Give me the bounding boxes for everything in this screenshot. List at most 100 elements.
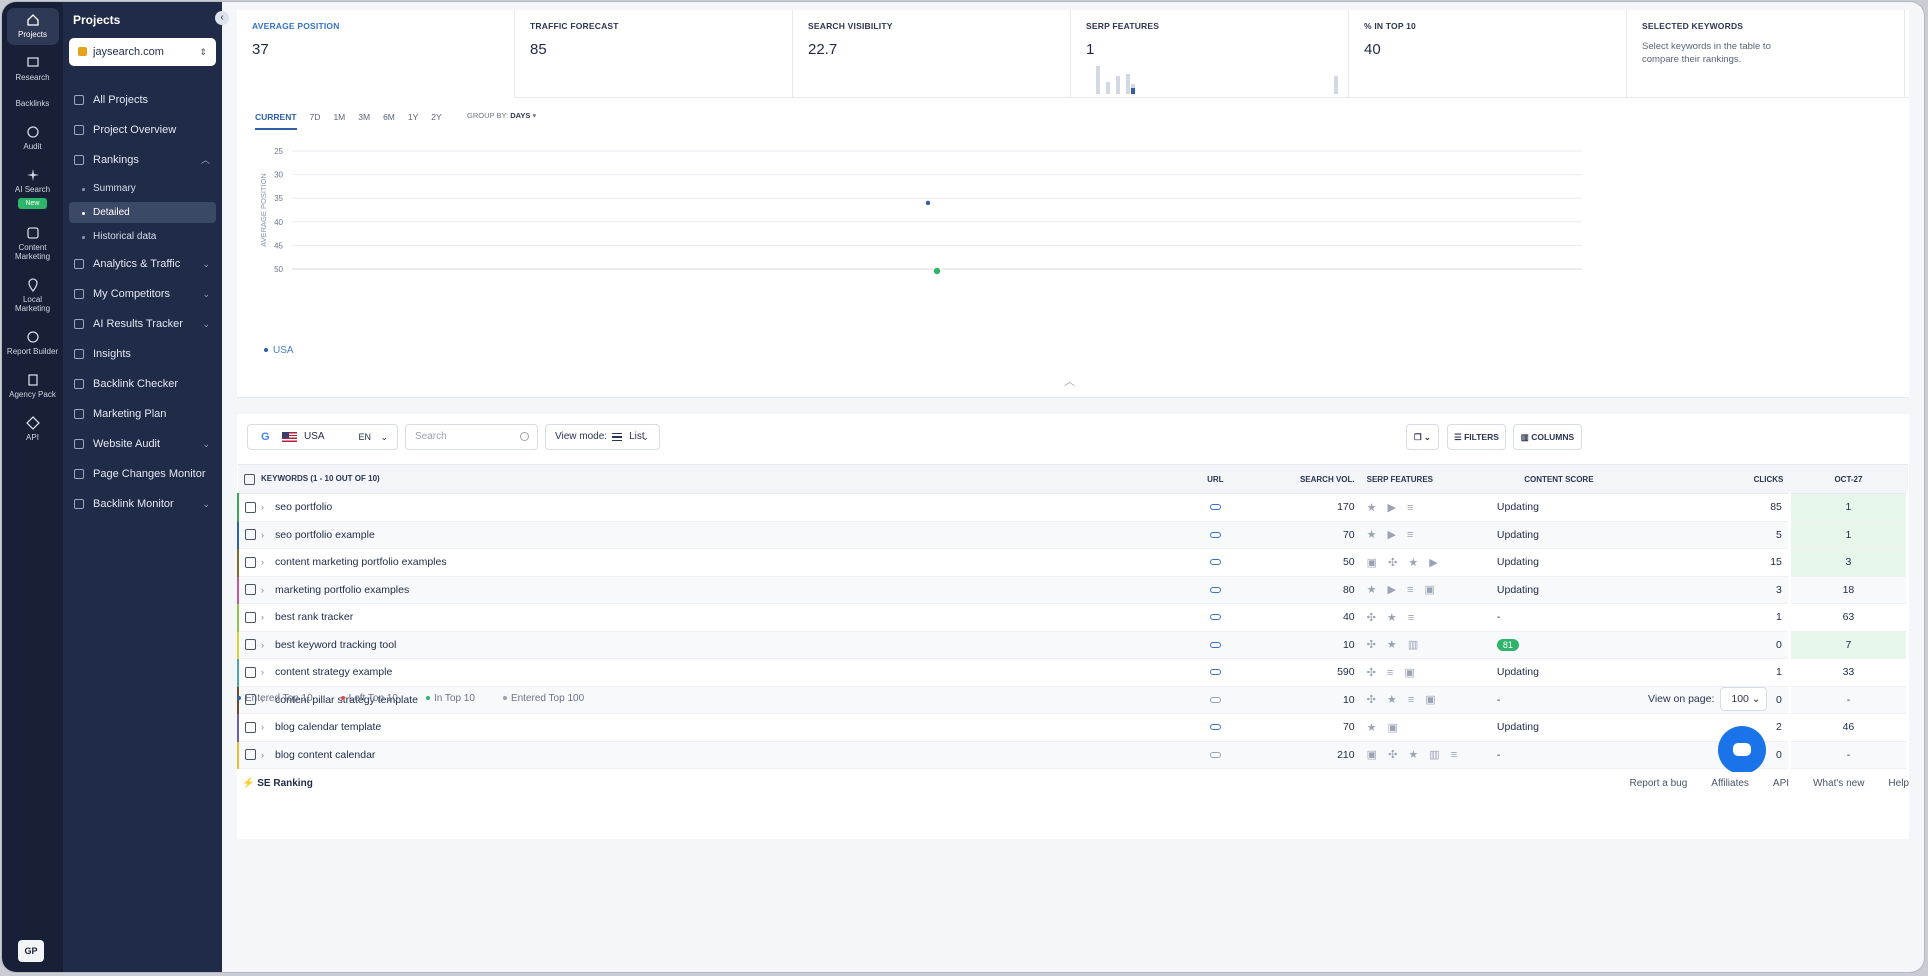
table-row[interactable]: › blog content calendar 210 ▣ ✣ ★ ▥ ≡ - 0 - [237, 741, 1910, 769]
position-cell[interactable]: 3 [1787, 548, 1910, 577]
expand-chevron-icon[interactable]: › [261, 640, 269, 650]
nav-item-all-projects[interactable]: All Projects [63, 89, 222, 111]
expand-chevron-icon[interactable]: › [261, 750, 269, 760]
table-row[interactable]: › marketing portfolio examples 80 ★ ▶ ≡ ▣ Up… [237, 576, 1910, 604]
metric-card-4[interactable]: % IN TOP 10 40 [1349, 10, 1627, 98]
nav-item-rankings[interactable]: Rankings ︿ [63, 149, 222, 171]
rail-item-agency-pack[interactable]: Agency Pack [7, 368, 59, 405]
table-row[interactable]: › blog calendar template 70 ★ ▣ Updating 2 46 [237, 713, 1910, 742]
row-checkbox[interactable] [245, 501, 256, 513]
range-tab-7d[interactable]: 7D [310, 112, 321, 130]
position-cell[interactable]: 18 [1787, 576, 1910, 604]
expand-chevron-icon[interactable]: › [261, 557, 269, 567]
chevron-up-icon[interactable]: ︿ [1064, 373, 1075, 389]
table-row[interactable]: › seo portfolio example 70 ★ ▶ ≡ Updating 5 1 [237, 521, 1910, 549]
link-icon[interactable] [1209, 669, 1221, 676]
nav-subitem-historical-data[interactable]: Historical data [69, 226, 216, 247]
rail-item-report-builder[interactable]: Report Builder [7, 325, 59, 362]
rail-item-backlinks[interactable]: Backlinks [7, 94, 59, 114]
keyword-text[interactable]: marketing portfolio examples [275, 584, 409, 596]
select-all-checkbox[interactable] [244, 473, 255, 485]
expand-chevron-icon[interactable]: › [261, 502, 269, 512]
link-icon[interactable] [1209, 696, 1221, 703]
chat-bubble-icon[interactable] [1718, 726, 1766, 774]
nav-subitem-detailed[interactable]: Detailed [69, 202, 216, 223]
footer-link[interactable]: Help [1888, 778, 1909, 789]
footer-link[interactable]: Report a bug [1629, 778, 1687, 789]
metric-card-1[interactable]: TRAFFIC FORECAST 85 [515, 10, 793, 98]
position-cell[interactable]: 33 [1787, 658, 1910, 687]
col-header-0[interactable]: KEYWORDS (1 - 10 OUT OF 10) [238, 464, 1185, 494]
keyword-text[interactable]: best rank tracker [275, 611, 353, 623]
keyword-text[interactable]: blog content calendar [275, 749, 375, 761]
footer-link[interactable]: API [1773, 778, 1789, 789]
rail-item-projects[interactable]: Projects [6, 8, 59, 45]
nav-item-my-competitors[interactable]: My Competitors ⌄ [63, 283, 222, 305]
link-icon[interactable] [1209, 614, 1221, 621]
metric-card-0[interactable]: AVERAGE POSITION 37 [237, 10, 515, 98]
position-cell[interactable]: 1 [1787, 521, 1910, 549]
rail-item-audit[interactable]: Audit [7, 120, 59, 157]
position-cell[interactable]: 46 [1787, 713, 1910, 742]
keyword-text[interactable]: blog calendar template [275, 721, 381, 733]
link-icon[interactable] [1209, 586, 1221, 593]
keyword-text[interactable]: seo portfolio [275, 501, 332, 513]
row-checkbox[interactable] [245, 639, 256, 651]
nav-item-insights[interactable]: Insights [63, 343, 222, 365]
table-row[interactable]: › content marketing portfolio examples 50 ▣… [237, 548, 1910, 577]
nav-item-backlink-monitor[interactable]: Backlink Monitor ⌄ [63, 493, 222, 515]
group-by[interactable]: GROUP BY: DAYS ▾ [467, 111, 536, 120]
col-header-5[interactable]: CLICKS [1626, 464, 1790, 494]
nav-item-website-audit[interactable]: Website Audit ⌄ [63, 433, 222, 455]
content-score-value[interactable]: 81 [1496, 638, 1519, 651]
range-tab-current[interactable]: CURRENT [255, 112, 297, 130]
nav-item-marketing-plan[interactable]: Marketing Plan [63, 403, 222, 425]
brand-logo[interactable]: ⚡ SE Ranking [242, 778, 313, 789]
nav-item-project-overview[interactable]: Project Overview [63, 119, 222, 141]
table-row[interactable]: › best rank tracker 40 ✣ ★ ≡ - 1 63 [237, 603, 1910, 632]
position-cell[interactable]: 63 [1787, 603, 1910, 632]
project-selector[interactable]: jaysearch.com ⇕ [69, 38, 216, 66]
range-tab-1m[interactable]: 1M [333, 112, 345, 130]
columns-button[interactable]: ▥ COLUMNS [1513, 424, 1582, 450]
expand-chevron-icon[interactable]: › [261, 585, 269, 595]
nav-subitem-summary[interactable]: Summary [69, 178, 216, 199]
position-cell[interactable]: - [1787, 686, 1910, 714]
metric-card-3[interactable]: SERP FEATURES 1 [1071, 10, 1349, 98]
rail-item-research[interactable]: Research [7, 51, 59, 88]
row-checkbox[interactable] [245, 529, 256, 541]
page-size-select[interactable]: 100 ⌄ [1720, 687, 1768, 711]
link-icon[interactable] [1209, 724, 1221, 731]
range-tab-6m[interactable]: 6M [383, 112, 395, 130]
row-checkbox[interactable] [245, 611, 256, 623]
rail-item-local-marketing[interactable]: Local Marketing [7, 273, 59, 319]
rail-item-content-marketing[interactable]: Content Marketing [7, 221, 59, 267]
col-header-3[interactable]: SERP FEATURES [1360, 464, 1491, 494]
expand-chevron-icon[interactable]: › [261, 530, 269, 540]
col-header-4[interactable]: CONTENT SCORE [1490, 464, 1627, 494]
nav-item-ai-results-tracker[interactable]: AI Results Tracker ⌄ [63, 313, 222, 335]
rail-item-api[interactable]: API [7, 411, 59, 448]
nav-item-analytics-traffic[interactable]: Analytics & Traffic ⌄ [63, 253, 222, 275]
metric-card-5[interactable]: SELECTED KEYWORDS Select keywords in the … [1627, 10, 1905, 98]
keyword-text[interactable]: content strategy example [275, 666, 392, 678]
position-cell[interactable]: 7 [1787, 631, 1910, 659]
link-icon[interactable] [1209, 531, 1221, 538]
position-cell[interactable]: - [1787, 741, 1910, 769]
link-icon[interactable] [1209, 751, 1221, 758]
user-avatar[interactable]: GP [18, 940, 44, 962]
expand-chevron-icon[interactable]: › [261, 612, 269, 622]
col-header-1[interactable]: URL [1184, 464, 1246, 494]
data-point[interactable] [925, 200, 931, 206]
metric-card-2[interactable]: SEARCH VISIBILITY 22.7 [793, 10, 1071, 98]
keyword-text[interactable]: seo portfolio example [275, 529, 375, 541]
range-tab-1y[interactable]: 1Y [408, 112, 418, 130]
event-marker-icon[interactable] [932, 266, 942, 276]
keyword-text[interactable]: best keyword tracking tool [275, 639, 396, 651]
col-header-6[interactable]: OCT-27 [1789, 464, 1908, 494]
link-icon[interactable] [1209, 641, 1221, 648]
row-checkbox[interactable] [245, 666, 256, 678]
nav-item-page-changes-monitor[interactable]: Page Changes Monitor [63, 463, 222, 485]
expand-chevron-icon[interactable]: › [261, 667, 269, 677]
col-header-2[interactable]: SEARCH VOL. [1245, 464, 1361, 494]
